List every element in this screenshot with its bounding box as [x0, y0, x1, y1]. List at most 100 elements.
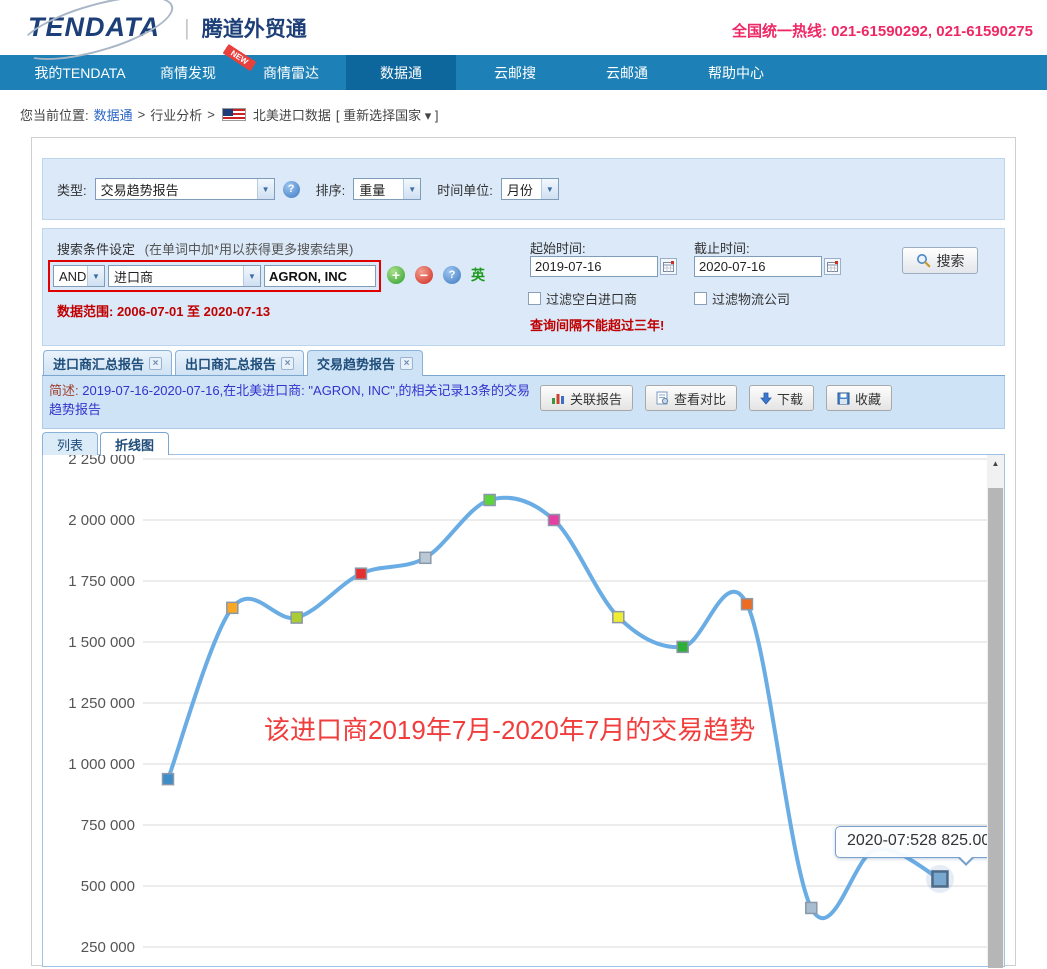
view-tabs: 列表 折线图 — [42, 432, 1005, 455]
scroll-up-arrow-icon[interactable]: ▲ — [987, 455, 1004, 472]
remove-condition-icon[interactable]: − — [415, 266, 433, 284]
help-icon[interactable]: ? — [283, 181, 300, 198]
svg-text:1 000 000: 1 000 000 — [68, 756, 135, 773]
close-icon[interactable]: × — [400, 357, 413, 370]
query-interval-warning: 查询间隔不能超过三年! — [530, 315, 664, 334]
svg-text:1 750 000: 1 750 000 — [68, 573, 135, 590]
tab-exporter-summary[interactable]: 出口商汇总报告 × — [175, 350, 304, 375]
search-hint: (在单词中加*用以获得更多搜索结果) — [145, 242, 354, 257]
svg-text:2 000 000: 2 000 000 — [68, 512, 135, 529]
chart-tooltip: 2020-07:528 825.00 — [835, 826, 1002, 858]
chart-annotation: 该进口商2019年7月-2020年7月的交易趋势 — [264, 710, 755, 747]
chevron-down-icon[interactable]: ▼ — [541, 179, 558, 199]
start-date-field — [530, 256, 677, 277]
brand-name: 腾道外贸通 — [202, 13, 307, 43]
field-select[interactable]: 进口商 ▼ — [108, 265, 261, 287]
hotline-numbers: 021-61590292, 021-61590275 — [831, 23, 1033, 40]
nav-item-discovery[interactable]: 商情发现 NEW — [140, 55, 236, 90]
start-date-input[interactable] — [530, 256, 658, 277]
filter-logistics-checkbox[interactable] — [694, 292, 707, 305]
tab-list-view[interactable]: 列表 — [42, 432, 98, 455]
hotline: 全国统一热线: 021-61590292, 021-61590275 — [732, 20, 1033, 41]
vertical-scrollbar[interactable]: ▲ — [987, 455, 1004, 966]
view-compare-button[interactable]: 查看对比 — [645, 385, 737, 411]
filter-logistics-checkbox-row: 过滤物流公司 — [694, 289, 790, 308]
hotline-label: 全国统一热线: — [732, 23, 827, 40]
search-conditions-panel: 搜索条件设定 (在单词中加*用以获得更多搜索结果) AND ▼ 进口商 ▼ + … — [42, 228, 1005, 346]
close-icon[interactable]: × — [281, 357, 294, 370]
chevron-down-icon[interactable]: ▼ — [243, 266, 260, 286]
scrollbar-thumb[interactable] — [988, 488, 1003, 968]
summary-bar: 简述: 2019-07-16-2020-07-16,在北美进口商: "AGRON… — [42, 376, 1005, 429]
svg-text:1 250 000: 1 250 000 — [68, 695, 135, 712]
keyword-input[interactable] — [264, 265, 376, 287]
action-buttons: 关联报告 查看对比 下载 收 — [540, 385, 892, 428]
end-date-input[interactable] — [694, 256, 822, 277]
breadcrumb-current: 北美进口数据 — [253, 105, 331, 124]
chevron-down-icon[interactable]: ▼ — [87, 266, 104, 286]
tab-trade-trend[interactable]: 交易趋势报告 × — [307, 350, 423, 376]
close-icon[interactable]: × — [149, 357, 162, 370]
logo[interactable]: TENDATA | 腾道外贸通 — [20, 10, 307, 45]
calendar-icon[interactable] — [660, 258, 677, 275]
start-date-label: 起始时间: — [530, 238, 586, 257]
type-select[interactable]: 交易趋势报告 ▼ — [95, 178, 275, 200]
report-tabs: 进口商汇总报告 × 出口商汇总报告 × 交易趋势报告 × — [42, 350, 1005, 376]
breadcrumb-sep: > — [207, 107, 215, 122]
tab-line-chart-view[interactable]: 折线图 — [100, 432, 169, 455]
end-date-field — [694, 256, 841, 277]
nav-item-cloud-mail-search[interactable]: 云邮搜 — [456, 55, 574, 90]
svg-text:1 500 000: 1 500 000 — [68, 634, 135, 651]
time-unit-select[interactable]: 月份 ▼ — [501, 178, 559, 200]
sort-label: 排序: — [316, 180, 346, 199]
breadcrumb-prefix: 您当前位置: — [20, 105, 89, 124]
nav-item-help-center[interactable]: 帮助中心 — [680, 55, 792, 90]
download-button[interactable]: 下载 — [749, 385, 814, 411]
svg-text:2 250 000: 2 250 000 — [68, 455, 135, 468]
main-container: 类型: 交易趋势报告 ▼ ? 排序: 重量 ▼ 时间单位: 月份 ▼ 搜索条件设… — [31, 137, 1016, 966]
logo-text: TENDATA — [28, 12, 160, 42]
filter-blank-label: 过滤空白进口商 — [546, 289, 637, 308]
chevron-down-icon[interactable]: ▼ — [403, 179, 420, 199]
svg-text:750 000: 750 000 — [81, 817, 135, 834]
save-disk-icon — [837, 392, 850, 405]
chevron-down-icon[interactable]: ▼ — [257, 179, 274, 199]
nav-item-datatong[interactable]: 数据通 — [346, 55, 456, 90]
related-report-button[interactable]: 关联报告 — [540, 385, 633, 411]
filter-logistics-label: 过滤物流公司 — [712, 289, 790, 308]
sort-select[interactable]: 重量 ▼ — [353, 178, 421, 200]
condition-icons: + − ? 英 — [387, 265, 485, 285]
breadcrumb-link-datatong[interactable]: 数据通 — [94, 105, 133, 124]
add-condition-icon[interactable]: + — [387, 266, 405, 284]
breadcrumb-sep: > — [138, 107, 146, 122]
main-nav: 我的TENDATA 商情发现 NEW 商情雷达 数据通 云邮搜 云邮通 帮助中心 — [0, 55, 1047, 90]
summary-text: 简述: 2019-07-16-2020-07-16,在北美进口商: "AGRON… — [49, 382, 536, 428]
search-conditions-title: 搜索条件设定 (在单词中加*用以获得更多搜索结果) — [57, 239, 353, 258]
condition-row: AND ▼ 进口商 ▼ — [48, 260, 381, 292]
reselect-country-button[interactable]: [ 重新选择国家 ▾ ] — [336, 105, 439, 124]
top-header: TENDATA | 腾道外贸通 全国统一热线: 021-61590292, 02… — [0, 0, 1047, 55]
operator-select[interactable]: AND ▼ — [53, 265, 105, 287]
breadcrumb: 您当前位置: 数据通 > 行业分析 > 北美进口数据 [ 重新选择国家 ▾ ] — [0, 90, 1047, 137]
filter-blank-checkbox[interactable] — [528, 292, 541, 305]
tab-importer-summary[interactable]: 进口商汇总报告 × — [43, 350, 172, 375]
favorite-button[interactable]: 收藏 — [826, 385, 892, 411]
help-icon[interactable]: ? — [443, 266, 461, 284]
search-button[interactable]: 搜索 — [902, 247, 978, 274]
svg-text:250 000: 250 000 — [81, 939, 135, 956]
search-icon — [916, 253, 931, 268]
download-arrow-icon — [760, 392, 772, 405]
data-range-text: 数据范围: 2006-07-01 至 2020-07-13 — [57, 301, 270, 320]
nav-item-my-tendata[interactable]: 我的TENDATA — [20, 55, 140, 90]
type-filter-panel: 类型: 交易趋势报告 ▼ ? 排序: 重量 ▼ 时间单位: 月份 ▼ — [42, 158, 1005, 220]
breadcrumb-link-industry[interactable]: 行业分析 — [150, 105, 202, 124]
document-icon — [656, 391, 669, 405]
us-flag-icon — [222, 108, 246, 121]
summary-label: 简述: — [49, 383, 79, 398]
nav-item-radar[interactable]: 商情雷达 — [236, 55, 346, 90]
trend-chart-panel: 2 250 000 2 000 000 1 750 000 1 500 000 1 25… — [42, 454, 1005, 967]
english-toggle-button[interactable]: 英 — [471, 265, 485, 285]
calendar-icon[interactable] — [824, 258, 841, 275]
nav-item-cloud-mail[interactable]: 云邮通 — [574, 55, 680, 90]
svg-text:500 000: 500 000 — [81, 878, 135, 895]
